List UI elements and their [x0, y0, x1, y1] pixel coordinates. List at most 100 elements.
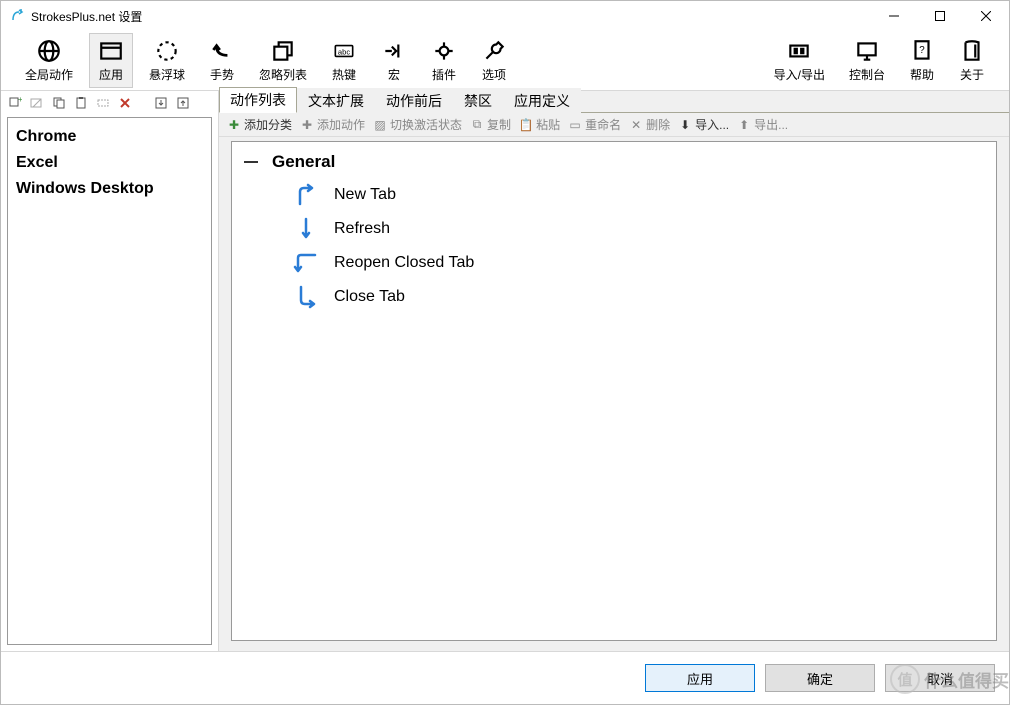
export-small-icon[interactable]	[175, 95, 191, 111]
gear-arrows-icon	[431, 38, 457, 64]
undo-arrow-icon	[209, 38, 235, 64]
gesture-up-right-icon	[292, 182, 320, 208]
about-button[interactable]: 关于	[951, 34, 993, 87]
tree-action[interactable]: Close Tab	[244, 280, 984, 314]
ignore-list-button[interactable]: 忽略列表	[251, 34, 315, 87]
delete-button[interactable]: ✕删除	[627, 116, 672, 133]
circle-dashed-icon	[154, 38, 180, 64]
book-icon	[959, 38, 985, 64]
list-item[interactable]: Chrome	[16, 124, 203, 150]
macro-button[interactable]: 宏	[373, 34, 415, 87]
action-tree[interactable]: General New Tab Refresh Reopen Closed Ta…	[231, 141, 997, 641]
applications-button[interactable]: 应用	[89, 33, 133, 88]
close-button[interactable]	[963, 1, 1009, 31]
delete-icon[interactable]	[117, 95, 133, 111]
wrench-icon	[481, 38, 507, 64]
toolbar-label: 全局动作	[25, 66, 73, 83]
sidebar: + Chrome Excel Windows Desktop	[1, 91, 219, 651]
collapse-icon[interactable]	[244, 161, 258, 163]
list-item[interactable]: Excel	[16, 150, 203, 176]
add-app-icon[interactable]: +	[7, 95, 23, 111]
workspace: + Chrome Excel Windows Desktop 动作列表 文本扩展…	[1, 91, 1009, 652]
list-item[interactable]: Windows Desktop	[16, 176, 203, 202]
main-toolbar: 全局动作 应用 悬浮球 手势 忽略列表 abc 热键 宏 插件 选项 导入/导出…	[1, 31, 1009, 91]
import-button[interactable]: ⬇导入...	[676, 116, 731, 133]
paste-greyed-icon: 📋	[519, 118, 533, 132]
paste-button[interactable]: 📋粘贴	[517, 116, 562, 133]
svg-text:abc: abc	[338, 47, 350, 56]
add-category-button[interactable]: ✚添加分类	[225, 116, 294, 133]
rename-icon[interactable]	[95, 95, 111, 111]
ok-button[interactable]: 确定	[765, 664, 875, 692]
add-action-button[interactable]: ✚添加动作	[298, 116, 367, 133]
document-help-icon: ?	[909, 38, 935, 64]
action-label: Reopen Closed Tab	[334, 254, 474, 272]
toolbar-label: 选项	[482, 66, 506, 83]
options-button[interactable]: 选项	[473, 34, 515, 87]
toolbar-label: 导入/导出	[774, 66, 825, 83]
cancel-button[interactable]: 取消	[885, 664, 995, 692]
toolbar-label: 宏	[388, 66, 400, 83]
import-export-icon	[786, 38, 812, 64]
import-icon: ⬇	[678, 118, 692, 132]
maximize-button[interactable]	[917, 1, 963, 31]
paste-icon[interactable]	[73, 95, 89, 111]
minimize-button[interactable]	[871, 1, 917, 31]
tabs-row: 动作列表 文本扩展 动作前后 禁区 应用定义	[219, 91, 1009, 113]
toolbar-label: 应用	[99, 66, 123, 83]
tab-forbidden[interactable]: 禁区	[453, 88, 503, 113]
tree-action[interactable]: Refresh	[244, 212, 984, 246]
tree-action[interactable]: Reopen Closed Tab	[244, 246, 984, 280]
monitor-icon	[854, 38, 880, 64]
stack-icon	[270, 38, 296, 64]
toggle-icon[interactable]	[29, 95, 45, 111]
gestures-button[interactable]: 手势	[201, 34, 243, 87]
plugins-button[interactable]: 插件	[423, 34, 465, 87]
tab-app-definition[interactable]: 应用定义	[503, 88, 581, 113]
tab-action-list[interactable]: 动作列表	[219, 87, 297, 113]
globe-icon	[36, 38, 62, 64]
tab-before-after[interactable]: 动作前后	[375, 88, 453, 113]
export-button[interactable]: ⬆导出...	[735, 116, 790, 133]
toolbar-label: 手势	[210, 66, 234, 83]
hotkeys-button[interactable]: abc 热键	[323, 34, 365, 87]
svg-text:+: +	[18, 96, 22, 104]
rename-greyed-icon: ▭	[568, 118, 582, 132]
copy-button[interactable]: ⧉复制	[468, 116, 513, 133]
copy-icon[interactable]	[51, 95, 67, 111]
action-label: Close Tab	[334, 288, 405, 306]
tab-text-expansion[interactable]: 文本扩展	[297, 88, 375, 113]
copy-greyed-icon: ⧉	[470, 118, 484, 132]
window-title: StrokesPlus.net 设置	[31, 8, 142, 25]
toolbar-label: 悬浮球	[149, 66, 185, 83]
action-label: Refresh	[334, 220, 390, 238]
svg-text:?: ?	[919, 45, 925, 56]
toolbar-label: 忽略列表	[259, 66, 307, 83]
titlebar: StrokesPlus.net 设置	[1, 1, 1009, 31]
keyboard-key-icon: abc	[331, 38, 357, 64]
app-icon	[9, 8, 25, 24]
global-actions-button[interactable]: 全局动作	[17, 34, 81, 87]
group-name: General	[272, 152, 335, 172]
toolbar-label: 帮助	[910, 66, 934, 83]
toolbar-label: 热键	[332, 66, 356, 83]
tree-group[interactable]: General	[244, 152, 984, 172]
gesture-down-icon	[292, 216, 320, 242]
macro-icon	[381, 38, 407, 64]
apply-button[interactable]: 应用	[645, 664, 755, 692]
window-icon	[98, 38, 124, 64]
console-button[interactable]: 控制台	[841, 34, 893, 87]
plus-icon: ✚	[227, 118, 241, 132]
tree-action[interactable]: New Tab	[244, 178, 984, 212]
sidebar-toolbar: +	[1, 91, 218, 115]
floater-button[interactable]: 悬浮球	[141, 34, 193, 87]
right-panel: 动作列表 文本扩展 动作前后 禁区 应用定义 ✚添加分类 ✚添加动作 ▨切换激活…	[219, 91, 1009, 651]
plus-greyed-icon: ✚	[300, 118, 314, 132]
export-greyed-icon: ⬆	[737, 118, 751, 132]
app-list[interactable]: Chrome Excel Windows Desktop	[7, 117, 212, 645]
help-button[interactable]: ? 帮助	[901, 34, 943, 87]
rename-button[interactable]: ▭重命名	[566, 116, 623, 133]
import-export-button[interactable]: 导入/导出	[766, 34, 833, 87]
import-small-icon[interactable]	[153, 95, 169, 111]
toggle-active-button[interactable]: ▨切换激活状态	[371, 116, 464, 133]
